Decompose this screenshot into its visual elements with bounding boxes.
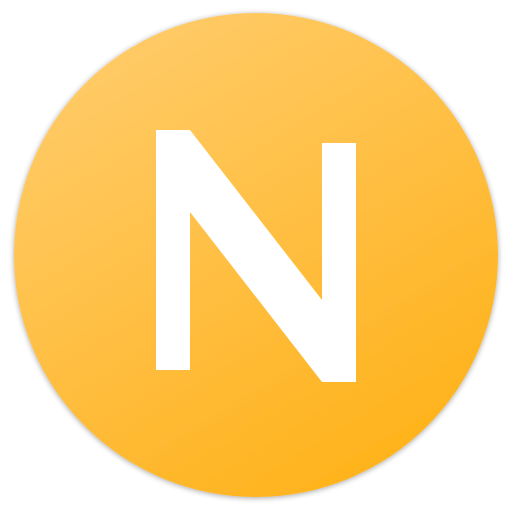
app-icon[interactable] <box>0 0 512 512</box>
n-letter-icon <box>14 13 498 497</box>
